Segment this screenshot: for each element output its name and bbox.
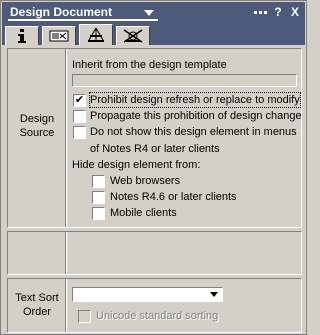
tab-info[interactable] [5,26,39,45]
tab-fields[interactable] [42,26,76,45]
hide-web-browsers-label[interactable]: Web browsers [110,174,180,188]
inherit-template-field[interactable] [72,74,297,87]
tab-advanced[interactable] [116,26,150,45]
info-icon [18,29,26,43]
chevron-down-icon [210,292,218,297]
properties-window: Design Document ? X Design Source Inheri… [0,0,307,335]
chevron-down-icon [144,10,154,16]
title-dropdown[interactable]: Design Document [8,5,158,21]
hide-in-menus-checkbox[interactable] [73,126,86,139]
design-source-label-line1: Design [19,113,55,125]
inherit-template-label: Inherit from the design template [72,59,227,71]
prohibit-refresh-label[interactable]: Prohibit design refresh or replace to mo… [89,92,301,108]
panel-divider [65,279,67,332]
title-bar: Design Document ? X [2,2,305,23]
design-source-panel: Design Source Inherit from the design te… [7,48,302,228]
text-sort-panel: Text Sort Order Unicode standard sorting [7,278,302,333]
advanced-icon [123,29,143,43]
design-tab-content: Design Source Inherit from the design te… [2,45,305,333]
tab-strip [2,23,305,45]
hide-element-from-label: Hide design element from: [72,159,201,171]
panel-divider [65,232,67,274]
text-sort-order-label: Text Sort Order [10,291,64,319]
hide-mobile-clients-checkbox[interactable] [92,207,105,220]
text-sort-label-line1: Text Sort [15,292,59,304]
tab-design[interactable] [79,24,113,45]
help-button[interactable]: ? [272,5,284,19]
hide-mobile-clients-label[interactable]: Mobile clients [110,206,177,220]
unicode-sorting-checkbox[interactable] [78,310,91,323]
text-sort-order-select[interactable] [72,287,223,302]
hide-in-menus-label-line2: of Notes R4 or later clients [90,143,220,155]
hide-in-menus-label[interactable]: Do not show this design element in menus [90,125,297,139]
hide-web-browsers-checkbox[interactable] [92,175,105,188]
empty-panel [7,231,302,275]
more-options-icon[interactable] [252,5,268,19]
window-title: Design Document [10,5,113,19]
design-source-label: Design Source [10,112,64,140]
close-button[interactable]: X [289,5,301,19]
unicode-sorting-label: Unicode standard sorting [96,310,219,322]
design-icon [88,27,104,42]
propagate-prohibition-label[interactable]: Propagate this prohibition of design cha… [90,109,302,123]
panel-divider [65,49,67,227]
fields-icon [49,30,69,42]
propagate-prohibition-checkbox[interactable] [73,110,86,123]
hide-notes-clients-checkbox[interactable] [92,191,105,204]
hide-notes-clients-label[interactable]: Notes R4.6 or later clients [110,190,237,204]
design-source-label-line2: Source [19,127,55,139]
text-sort-label-line2: Order [22,306,52,318]
prohibit-refresh-checkbox[interactable]: ✔ [73,94,86,107]
